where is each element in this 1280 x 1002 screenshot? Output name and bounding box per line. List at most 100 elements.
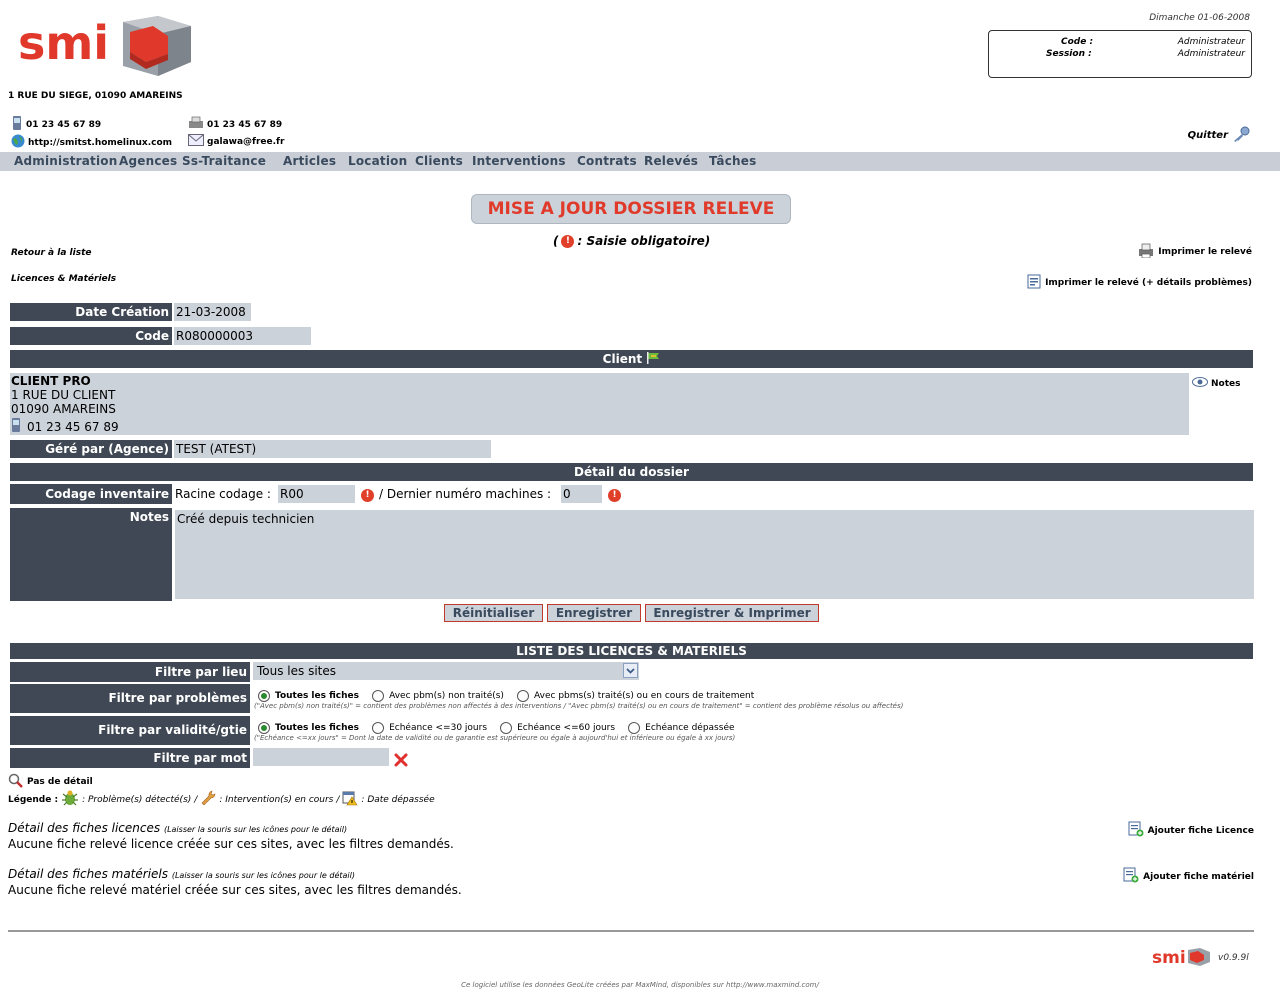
radio-icon[interactable] xyxy=(258,690,270,702)
radio-icon[interactable] xyxy=(372,722,385,734)
client-block: CLIENT PRO 1 RUE DU CLIENT 01090 AMAREIN… xyxy=(10,373,1189,435)
detail-dossier-header: Détail du dossier xyxy=(10,463,1253,481)
code-label: Code xyxy=(10,327,172,345)
menu-interventions[interactable]: Interventions xyxy=(472,154,566,168)
document-icon xyxy=(1027,274,1041,292)
email-link[interactable]: galawa@free.fr xyxy=(207,137,284,147)
filter-lieu-select[interactable]: Tous les sites xyxy=(253,662,639,680)
codage-inventaire-label: Codage inventaire xyxy=(10,484,172,504)
notes-link[interactable]: Notes xyxy=(1192,377,1240,390)
globe-icon xyxy=(11,134,25,151)
legend-label: Légende : xyxy=(8,794,59,805)
print-releve-details-link[interactable]: Imprimer le relevé (+ détails problèmes) xyxy=(1027,274,1252,292)
wrench-icon xyxy=(200,790,216,809)
licences-section-title: Détail des fiches licences (Laisser la s… xyxy=(8,821,347,835)
chevron-down-icon[interactable] xyxy=(623,663,638,678)
filter-lieu-label: Filtre par lieu xyxy=(10,662,250,682)
main-menu: Administration Agences Ss-Traitance Arti… xyxy=(0,152,1280,171)
filter-val-option-all[interactable]: Toutes les fiches xyxy=(258,722,359,734)
materiels-section-title: Détail des fiches matériels (Laisser la … xyxy=(8,867,355,881)
logo-text: smi xyxy=(18,16,109,70)
filter-problemes-label: Filtre par problèmes xyxy=(10,684,250,713)
save-button[interactable]: Enregistrer xyxy=(547,604,641,622)
add-document-icon xyxy=(1128,821,1144,840)
print-releve-label: Imprimer le relevé xyxy=(1158,247,1252,257)
filter-pb-option-non-traite-label: Avec pbm(s) non traité(s) xyxy=(389,691,504,701)
email-contact[interactable]: galawa@free.fr xyxy=(188,134,284,149)
legend-sep-2: / xyxy=(336,794,340,805)
calendar-warning-icon xyxy=(342,790,358,809)
filter-val-option-depassee[interactable]: Echéance dépassée xyxy=(628,722,735,734)
licences-title: Détail des fiches licences xyxy=(8,821,161,835)
materiels-empty-message: Aucune fiche relevé matériel créée sur c… xyxy=(8,883,462,897)
radio-icon[interactable] xyxy=(517,690,530,702)
licences-materiels-link[interactable]: Licences & Matériels xyxy=(11,274,116,284)
code-label: Code : xyxy=(1061,37,1094,47)
quit-label: Quitter xyxy=(1187,130,1228,141)
print-releve-details-label: Imprimer le relevé (+ détails problèmes) xyxy=(1045,278,1252,288)
filter-pb-option-traite[interactable]: Avec pbms(s) traité(s) ou en cours de tr… xyxy=(517,690,754,702)
website-link[interactable]: http://smitst.homelinux.com xyxy=(28,138,172,148)
menu-taches[interactable]: Tâches xyxy=(709,154,756,168)
add-licence-link[interactable]: Ajouter fiche Licence xyxy=(1128,821,1254,840)
no-detail-link[interactable]: Pas de détail xyxy=(8,773,93,791)
radio-icon[interactable] xyxy=(500,722,513,734)
printer-icon xyxy=(1138,243,1154,261)
fax-number: 01 23 45 67 89 xyxy=(207,119,283,130)
client-phone-row: 01 23 45 67 89 xyxy=(11,418,1189,435)
legend: Légende : : Problème(s) détecté(s) / : I… xyxy=(8,790,435,809)
code-value: Administrateur xyxy=(1177,37,1245,47)
client-address-line1: 1 RUE DU CLIENT xyxy=(11,388,116,402)
menu-clients[interactable]: Clients xyxy=(415,154,463,168)
menu-location[interactable]: Location xyxy=(348,154,407,168)
dernier-numero-input[interactable]: 0 xyxy=(561,485,602,503)
clear-icon[interactable] xyxy=(394,752,408,771)
mandatory-open-paren: ( xyxy=(553,234,559,248)
code-value: R080000003 xyxy=(174,327,311,345)
filter-mot-input[interactable] xyxy=(253,748,389,766)
filter-problemes-hint: ("Avec pbm(s) non traité(s)" = contient … xyxy=(254,702,904,710)
eye-icon xyxy=(1192,377,1208,390)
menu-contrats[interactable]: Contrats xyxy=(577,154,637,168)
flag-icon[interactable] xyxy=(646,352,660,366)
client-name[interactable]: CLIENT PRO xyxy=(11,374,1189,388)
page-title: MISE A JOUR DOSSIER RELEVE xyxy=(471,194,791,224)
menu-administration[interactable]: Administration xyxy=(14,154,117,168)
filter-val-option-30[interactable]: Echéance <=30 jours xyxy=(372,722,487,734)
filter-pb-option-all[interactable]: Toutes les fiches xyxy=(258,690,359,702)
footer-divider xyxy=(8,930,1254,932)
client-header-label: Client xyxy=(602,352,643,366)
menu-agences[interactable]: Agences xyxy=(119,154,177,168)
required-icon: ! xyxy=(361,489,374,502)
filter-pb-option-non-traite[interactable]: Avec pbm(s) non traité(s) xyxy=(372,690,504,702)
quit-link[interactable]: Quitter xyxy=(1188,126,1250,145)
radio-icon[interactable] xyxy=(258,722,270,734)
print-releve-link[interactable]: Imprimer le relevé xyxy=(1138,243,1252,261)
legend-intervention: : Intervention(s) en cours xyxy=(219,794,334,805)
add-materiel-label: Ajouter fiche matériel xyxy=(1143,871,1254,882)
save-print-button[interactable]: Enregistrer & Imprimer xyxy=(645,604,819,622)
materiels-title: Détail des fiches matériels xyxy=(8,867,169,881)
menu-ss-traitance[interactable]: Ss-Traitance xyxy=(182,154,266,168)
phone-contact: 01 23 45 67 89 xyxy=(11,116,101,133)
reset-button[interactable]: Réinitialiser xyxy=(444,604,543,622)
menu-releves[interactable]: Relevés xyxy=(644,154,698,168)
client-phone: 01 23 45 67 89 xyxy=(27,419,119,434)
filter-val-option-60[interactable]: Echéance <=60 jours xyxy=(500,722,615,734)
date-creation-value: 21-03-2008 xyxy=(174,303,251,321)
radio-icon[interactable] xyxy=(628,722,641,734)
licences-empty-message: Aucune fiche relevé licence créée sur ce… xyxy=(8,837,454,851)
mandatory-text: : Saisie obligatoire) xyxy=(577,234,711,248)
geolite-notice: Ce logiciel utilise les données GeoLite … xyxy=(461,981,819,989)
notes-textarea[interactable]: Créé depuis technicien xyxy=(175,510,1254,599)
dernier-numero-label: / Dernier numéro machines : xyxy=(379,487,552,501)
back-to-list-link[interactable]: Retour à la liste xyxy=(11,248,91,258)
required-icon: ! xyxy=(608,489,621,502)
radio-icon[interactable] xyxy=(372,690,385,702)
menu-articles[interactable]: Articles xyxy=(283,154,336,168)
add-materiel-link[interactable]: Ajouter fiche matériel xyxy=(1123,867,1254,886)
current-date: Dimanche 01-06-2008 xyxy=(1149,13,1250,23)
racine-codage-input[interactable]: R00 xyxy=(278,485,355,503)
website-contact[interactable]: http://smitst.homelinux.com xyxy=(11,134,172,151)
add-licence-label: Ajouter fiche Licence xyxy=(1147,825,1254,836)
